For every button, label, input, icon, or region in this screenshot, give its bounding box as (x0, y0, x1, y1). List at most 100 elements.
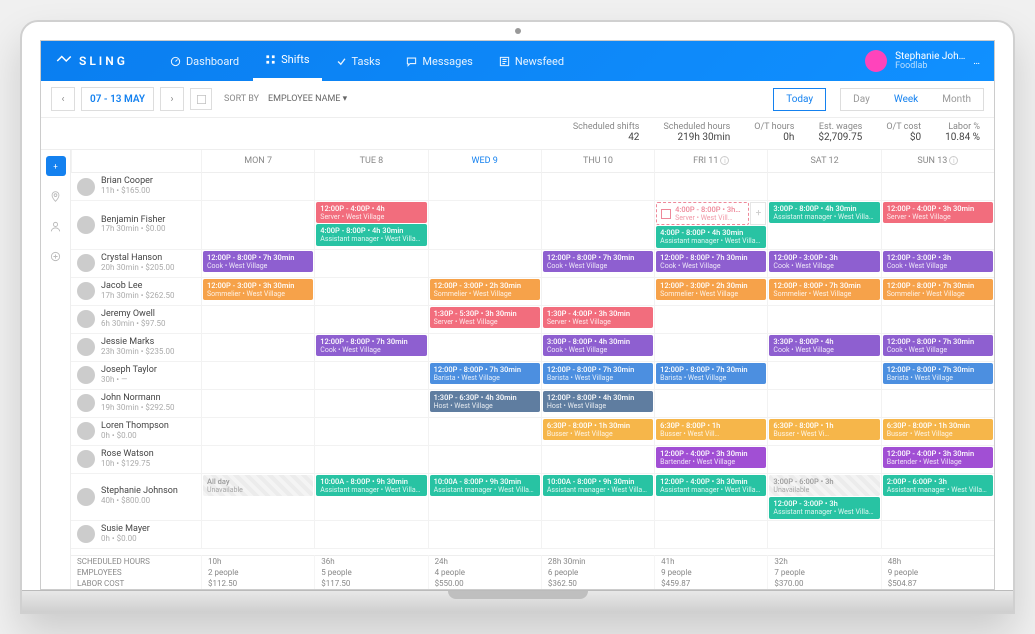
shift-block[interactable]: 1:30P - 4:00P • 3h 30minServer • West Vi… (543, 307, 653, 328)
shift-block[interactable]: 12:00P - 3:00P • 2h 30minSommelier • Wes… (430, 279, 540, 300)
schedule-cell[interactable] (767, 446, 880, 474)
schedule-cell[interactable] (654, 521, 767, 549)
schedule-cell[interactable]: 6:30P - 8:00P • 1hBusser • West Vi… (767, 418, 880, 446)
shift-block[interactable]: 12:00P - 3:00P • 3hAssistant manager • W… (769, 497, 879, 518)
schedule-cell[interactable]: 3:00P - 6:00P • 3hUnavailable12:00P - 3:… (767, 474, 880, 521)
prev-week-button[interactable]: ‹ (51, 87, 75, 111)
range-week[interactable]: Week (882, 89, 930, 110)
shift-block[interactable]: 12:00P - 8:00P • 7h 30minBarista • West … (656, 363, 766, 384)
schedule-cell[interactable] (428, 201, 541, 250)
schedule-cell[interactable]: 12:00P - 8:00P • 7h 30minBarista • West … (541, 362, 654, 390)
schedule-cell[interactable] (314, 362, 427, 390)
shift-block[interactable]: 12:00P - 4:00P • 3h 30minAssistant manag… (656, 475, 766, 496)
employee-cell[interactable]: Stephanie Johnson40h • $800.00 (71, 474, 201, 521)
schedule-cell[interactable] (314, 306, 427, 334)
schedule-cell[interactable]: 12:00P - 3:00P • 2h 30minSommelier • Wes… (654, 278, 767, 306)
shift-block[interactable]: 12:00P - 8:00P • 7h 30minBarista • West … (430, 363, 540, 384)
shift-block[interactable]: 12:00P - 8:00P • 7h 30minBarista • West … (543, 363, 653, 384)
shift-block[interactable]: 12:00P - 8:00P • 7h 30minSommelier • Wes… (883, 279, 993, 300)
nav-messages[interactable]: Messages (394, 41, 484, 81)
shift-block[interactable]: 4:00P - 8:00P • 3h…Server • West Vill… (656, 202, 749, 225)
schedule-cell[interactable] (767, 521, 880, 549)
schedule-cell[interactable]: 12:00P - 8:00P • 7h 30minCook • West Vil… (201, 250, 314, 278)
schedule-cell[interactable] (314, 390, 427, 418)
employee-cell[interactable]: Joseph Taylor30h • — (71, 362, 201, 390)
user-menu[interactable]: Stephanie Joh… Foodlab … (865, 50, 980, 72)
location-filter-icon[interactable] (46, 186, 66, 206)
shift-block[interactable]: 10:00A - 8:00P • 9h 30minAssistant manag… (543, 475, 653, 496)
shift-block[interactable]: 12:00P - 3:00P • 2h 30minSommelier • Wes… (656, 279, 766, 300)
schedule-cell[interactable] (428, 521, 541, 549)
add-shift-button[interactable]: + (46, 156, 66, 176)
schedule-cell[interactable]: 12:00P - 4:00P • 4hServer • West Village… (314, 201, 427, 250)
schedule-cell[interactable] (314, 173, 427, 201)
employee-cell[interactable]: Rose Watson10h • $129.75 (71, 446, 201, 474)
schedule-cell[interactable]: 12:00P - 4:00P • 3h 30minBartender • Wes… (654, 446, 767, 474)
shift-block[interactable]: 12:00P - 8:00P • 7h 30minCook • West Vil… (203, 251, 313, 272)
people-filter-icon[interactable] (46, 216, 66, 236)
shift-block[interactable]: 12:00P - 8:00P • 7h 30minBarista • West … (883, 363, 993, 384)
schedule-cell[interactable]: 12:00P - 3:00P • 3h 30minSommelier • Wes… (201, 278, 314, 306)
schedule-cell[interactable] (314, 250, 427, 278)
employee-cell[interactable]: Loren Thompson0h • $0.00 (71, 418, 201, 446)
shift-block[interactable]: 3:30P - 8:00P • 4hCook • West Village (769, 335, 879, 356)
schedule-cell[interactable]: 1:30P - 5:30P • 3h 30minServer • West Vi… (428, 306, 541, 334)
schedule-cell[interactable]: All dayUnavailable (201, 474, 314, 521)
schedule-cell[interactable] (428, 418, 541, 446)
schedule-cell[interactable]: 1:30P - 6:30P • 4h 30minHost • West Vill… (428, 390, 541, 418)
schedule-cell[interactable] (767, 173, 880, 201)
shift-block[interactable]: 2:00P - 6:00P • 3hAssistant manager • We… (883, 475, 993, 496)
schedule-cell[interactable]: 12:00P - 8:00P • 7h 30minCook • West Vil… (654, 250, 767, 278)
day-header[interactable]: THU 10 (541, 150, 654, 173)
schedule-cell[interactable] (201, 390, 314, 418)
schedule-cell[interactable] (201, 201, 314, 250)
schedule-cell[interactable] (654, 306, 767, 334)
schedule-cell[interactable]: 12:00P - 8:00P • 7h 30minSommelier • Wes… (767, 278, 880, 306)
shift-block[interactable]: 12:00P - 4:00P • 4hServer • West Village (316, 202, 426, 223)
add-shift-icon[interactable]: + (750, 202, 766, 225)
shift-block[interactable]: 10:00A - 8:00P • 9h 30minAssistant manag… (316, 475, 426, 496)
schedule-cell[interactable]: 12:00P - 3:00P • 2h 30minSommelier • Wes… (428, 278, 541, 306)
schedule-cell[interactable] (314, 418, 427, 446)
schedule-cell[interactable] (428, 446, 541, 474)
day-header[interactable]: SAT 12 (767, 150, 880, 173)
schedule-cell[interactable] (428, 250, 541, 278)
shift-block[interactable]: 12:00P - 4:00P • 3h 30minBartender • Wes… (883, 447, 993, 468)
schedule-cell[interactable]: 1:30P - 4:00P • 3h 30minServer • West Vi… (541, 306, 654, 334)
schedule-cell[interactable] (201, 446, 314, 474)
schedule-cell[interactable]: 3:00P - 8:00P • 4h 30minCook • West Vill… (541, 334, 654, 362)
schedule-cell[interactable] (201, 418, 314, 446)
schedule-cell[interactable] (767, 390, 880, 418)
shift-block[interactable]: 12:00P - 8:00P • 7h 30minCook • West Vil… (883, 335, 993, 356)
employee-cell[interactable]: Crystal Hanson20h 30min • $205.00 (71, 250, 201, 278)
schedule-cell[interactable] (767, 306, 880, 334)
schedule-cell[interactable]: 12:00P - 4:00P • 3h 30minBartender • Wes… (881, 446, 994, 474)
schedule-cell[interactable]: 6:30P - 8:00P • 1h 30minBusser • West Vi… (881, 418, 994, 446)
schedule-cell[interactable] (541, 521, 654, 549)
shift-block[interactable]: 1:30P - 6:30P • 4h 30minHost • West Vill… (430, 391, 540, 412)
schedule-cell[interactable] (201, 362, 314, 390)
schedule-cell[interactable] (654, 390, 767, 418)
day-header[interactable]: TUE 8 (314, 150, 427, 173)
sort-by-dropdown[interactable]: EMPLOYEE NAME ▾ (268, 94, 347, 104)
schedule-cell[interactable] (428, 173, 541, 201)
shift-block[interactable]: 6:30P - 8:00P • 1hBusser • West Vill… (656, 419, 766, 440)
shift-block[interactable]: 3:00P - 6:00P • 3hUnavailable (769, 475, 879, 496)
employee-cell[interactable]: Susie Mayer0h • $0.00 (71, 521, 201, 549)
shift-block[interactable]: 12:00P - 8:00P • 7h 30minCook • West Vil… (656, 251, 766, 272)
schedule-cell[interactable] (654, 334, 767, 362)
schedule-cell[interactable] (428, 334, 541, 362)
schedule-cell[interactable] (541, 446, 654, 474)
nav-shifts[interactable]: Shifts (253, 41, 321, 81)
schedule-cell[interactable]: 12:00P - 8:00P • 7h 30minCook • West Vil… (881, 334, 994, 362)
day-header[interactable]: SUN 13i (881, 150, 994, 173)
schedule-cell[interactable] (541, 278, 654, 306)
shift-block[interactable]: 12:00P - 4:00P • 3h 30minServer • West V… (883, 202, 993, 223)
employee-cell[interactable]: Jessie Marks23h 30min • $235.00 (71, 334, 201, 362)
nav-tasks[interactable]: Tasks (324, 41, 393, 81)
tags-filter-icon[interactable] (46, 246, 66, 266)
shift-block[interactable]: 1:30P - 5:30P • 3h 30minServer • West Vi… (430, 307, 540, 328)
schedule-cell[interactable] (201, 306, 314, 334)
schedule-cell[interactable] (767, 362, 880, 390)
schedule-cell[interactable]: 12:00P - 8:00P • 7h 30minCook • West Vil… (541, 250, 654, 278)
